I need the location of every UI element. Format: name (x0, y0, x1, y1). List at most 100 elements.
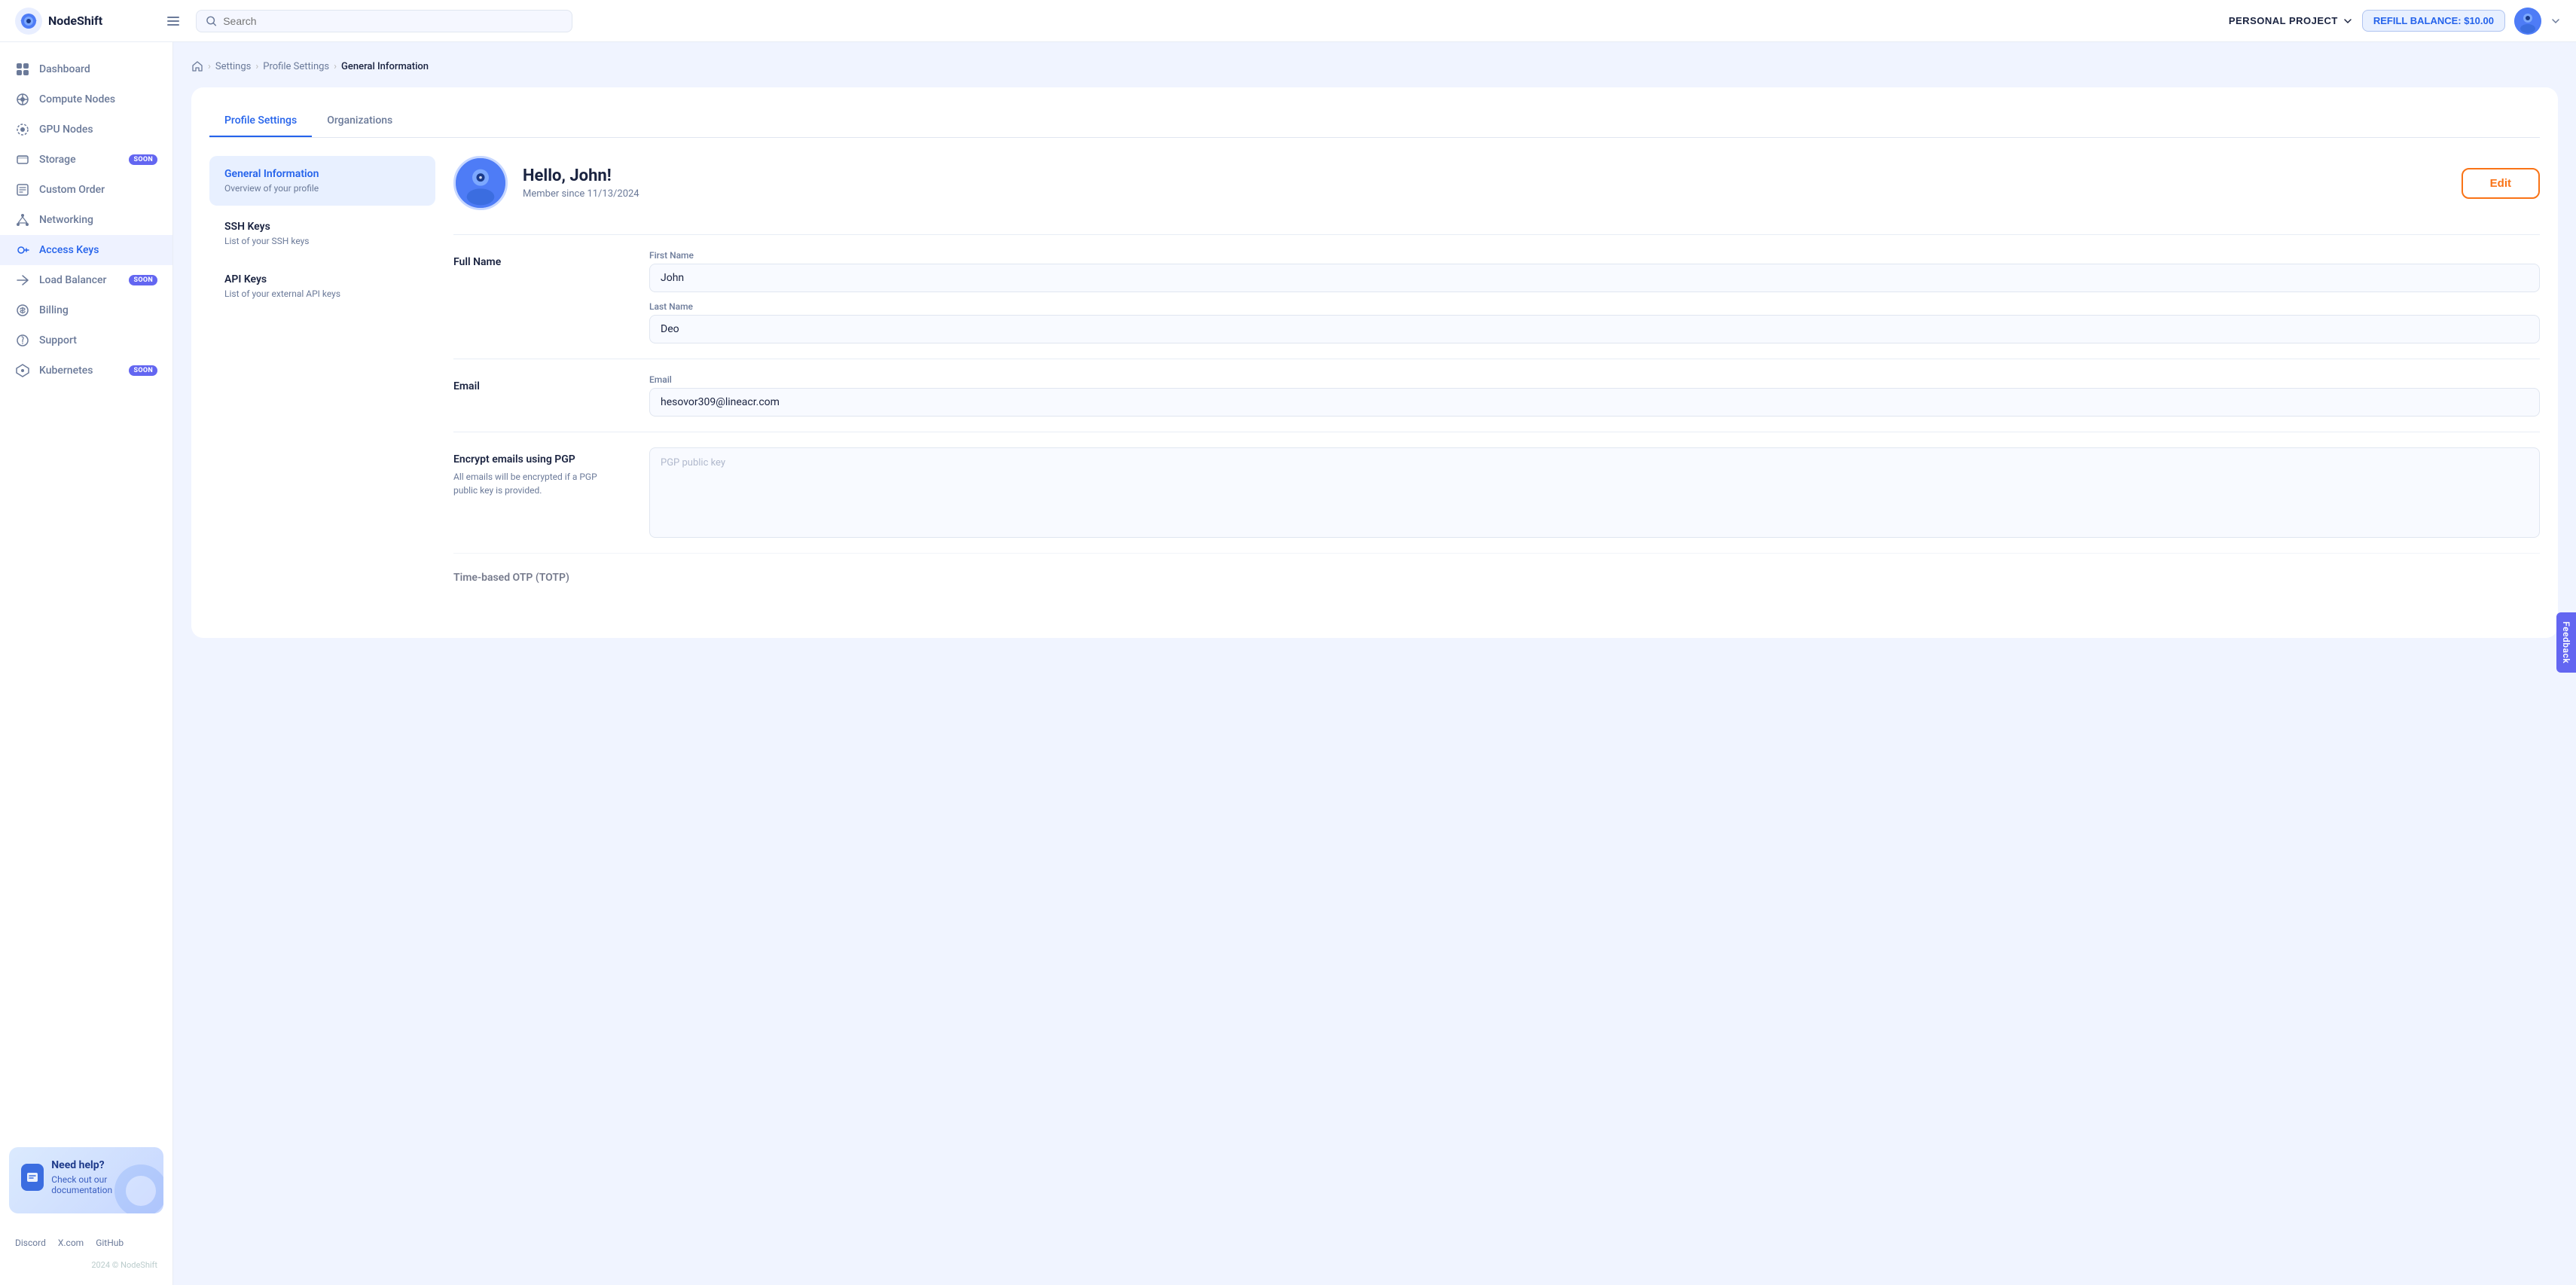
menu-toggle-button[interactable] (163, 11, 184, 32)
full-name-fields: First Name John Last Name Deo (649, 250, 2540, 343)
home-icon[interactable] (191, 60, 203, 72)
compute-nodes-icon (15, 92, 30, 107)
email-value: hesovor309@lineacr.com (649, 388, 2540, 417)
profile-nav-api-title: API Keys (224, 273, 420, 285)
search-bar (196, 10, 572, 32)
full-name-row: Full Name First Name John Last Name Deo (453, 234, 2540, 359)
profile-nav-ssh-keys[interactable]: SSH Keys List of your SSH keys (209, 209, 435, 258)
profile-member-since: Member since 11/13/2024 (523, 188, 639, 200)
sidebar-item-label: Networking (39, 214, 157, 226)
sidebar-item-access-keys[interactable]: Access Keys (0, 235, 172, 265)
profile-nav-ssh-title: SSH Keys (224, 221, 420, 233)
main-card: Profile Settings Organizations General I… (191, 87, 2558, 638)
last-name-field: Last Name Deo (649, 301, 2540, 343)
totp-row: Time-based OTP (TOTP) (453, 553, 2540, 599)
github-link[interactable]: GitHub (96, 1238, 124, 1248)
tab-organizations[interactable]: Organizations (312, 105, 407, 137)
form-section: Full Name First Name John Last Name Deo (453, 234, 2540, 599)
footer-links: Discord X.com GitHub (0, 1229, 172, 1257)
profile-nav-api-sub: List of your external API keys (224, 288, 420, 299)
profile-nav-general-sub: Overview of your profile (224, 183, 420, 194)
chevron-down-icon (2343, 16, 2353, 26)
discord-link[interactable]: Discord (15, 1238, 46, 1248)
profile-layout: General Information Overview of your pro… (209, 156, 2540, 620)
profile-nav-general[interactable]: General Information Overview of your pro… (209, 156, 435, 206)
pgp-public-key-field[interactable]: PGP public key (649, 447, 2540, 538)
custom-order-icon (15, 182, 30, 197)
profile-nav-general-title: General Information (224, 168, 420, 180)
sidebar-item-gpu-nodes[interactable]: GPU Nodes (0, 114, 172, 145)
sidebar-item-label: Access Keys (39, 244, 157, 256)
load-balancer-icon (15, 273, 30, 288)
sidebar-item-billing[interactable]: Billing (0, 295, 172, 325)
search-icon (206, 15, 217, 27)
sidebar-item-label: Dashboard (39, 63, 157, 75)
top-bar-right: PERSONAL PROJECT REFILL BALANCE: $10.00 (2229, 8, 2561, 35)
sidebar-item-load-balancer[interactable]: Load Balancer SOON (0, 265, 172, 295)
soon-badge: SOON (129, 275, 157, 285)
sidebar-item-label: Compute Nodes (39, 93, 157, 105)
top-bar: NodeShift PERSONAL PROJECT (0, 0, 2576, 42)
avatar-button[interactable] (2514, 8, 2541, 35)
logo-icon (15, 8, 42, 35)
sidebar-item-label: Storage (39, 154, 120, 166)
refill-balance-button[interactable]: REFILL BALANCE: $10.00 (2362, 10, 2505, 32)
profile-nav-api-keys[interactable]: API Keys List of your external API keys (209, 261, 435, 311)
sidebar-item-label: Support (39, 334, 157, 346)
sidebar: Dashboard Compute Nodes (0, 42, 173, 1285)
profile-info: Hello, John! Member since 11/13/2024 (523, 166, 639, 200)
breadcrumb-settings[interactable]: Settings (215, 61, 251, 72)
soon-badge: SOON (129, 365, 157, 376)
last-name-value: Deo (649, 315, 2540, 343)
help-card[interactable]: Need help? Check out our documentation (9, 1147, 163, 1213)
billing-icon (15, 303, 30, 318)
profile-greeting: Hello, John! (523, 166, 639, 185)
sidebar-item-label: GPU Nodes (39, 124, 157, 136)
logo-text: NodeShift (48, 14, 102, 28)
sidebar-item-kubernetes[interactable]: Kubernetes SOON (0, 356, 172, 386)
profile-main-content: Hello, John! Member since 11/13/2024 Edi… (453, 156, 2540, 620)
tab-profile-settings[interactable]: Profile Settings (209, 105, 312, 137)
sidebar-nav: Dashboard Compute Nodes (0, 42, 172, 1138)
email-field-label: Email (649, 374, 2540, 385)
breadcrumb-profile-settings[interactable]: Profile Settings (263, 61, 329, 72)
networking-icon (15, 212, 30, 227)
sidebar-item-label: Custom Order (39, 184, 157, 196)
breadcrumb-current: General Information (341, 61, 429, 72)
kubernetes-icon (15, 363, 30, 378)
sidebar-item-custom-order[interactable]: Custom Order (0, 175, 172, 205)
access-keys-icon (15, 243, 30, 258)
full-name-label: Full Name (453, 250, 619, 268)
sidebar-item-compute-nodes[interactable]: Compute Nodes (0, 84, 172, 114)
project-selector-button[interactable]: PERSONAL PROJECT (2229, 15, 2353, 26)
search-input[interactable] (223, 15, 563, 27)
profile-avatar-image (456, 156, 505, 210)
feedback-tab[interactable]: Feedback (2556, 612, 2576, 673)
sidebar-item-label: Kubernetes (39, 365, 120, 377)
email-label: Email (453, 374, 619, 392)
edit-button[interactable]: Edit (2462, 168, 2540, 199)
sidebar-item-networking[interactable]: Networking (0, 205, 172, 235)
profile-avatar (453, 156, 508, 210)
pgp-row: Encrypt emails using PGP All emails will… (453, 432, 2540, 553)
email-fields: Email hesovor309@lineacr.com (649, 374, 2540, 417)
pgp-label-col: Encrypt emails using PGP All emails will… (453, 447, 619, 497)
footer-copyright: 2024 © NodeShift (0, 1257, 172, 1279)
last-name-label: Last Name (649, 301, 2540, 312)
sidebar-item-dashboard[interactable]: Dashboard (0, 54, 172, 84)
first-name-label: First Name (649, 250, 2540, 261)
avatar-icon (2514, 8, 2541, 35)
pgp-fields: PGP public key (649, 447, 2540, 538)
email-field: Email hesovor309@lineacr.com (649, 374, 2540, 417)
sidebar-item-support[interactable]: Support (0, 325, 172, 356)
support-icon (15, 333, 30, 348)
dashboard-icon (15, 62, 30, 77)
content-area: › Settings › Profile Settings › General … (173, 42, 2576, 1285)
sidebar-item-storage[interactable]: Storage SOON (0, 145, 172, 175)
profile-nav-ssh-sub: List of your SSH keys (224, 236, 420, 246)
storage-icon (15, 152, 30, 167)
logo: NodeShift (15, 8, 151, 35)
profile-header: Hello, John! Member since 11/13/2024 Edi… (453, 156, 2540, 210)
email-row: Email Email hesovor309@lineacr.com (453, 359, 2540, 432)
x-link[interactable]: X.com (58, 1238, 84, 1248)
